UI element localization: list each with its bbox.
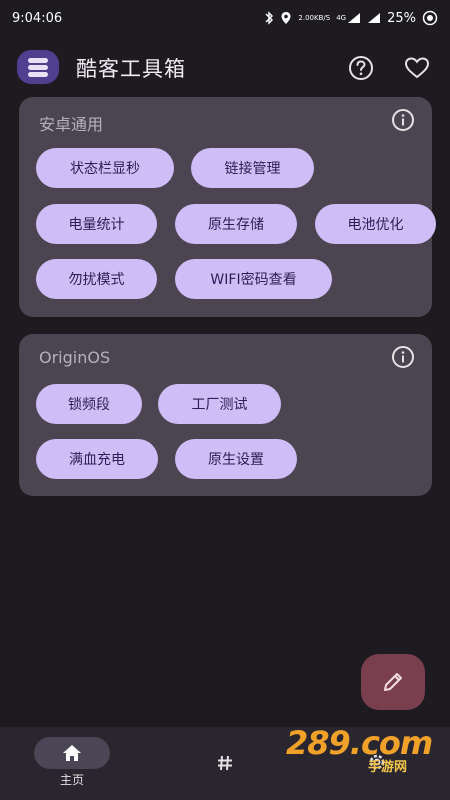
chip-battery-optimization[interactable]: 电池优化 xyxy=(315,204,436,244)
status-bar: 9:04:06 2.00 KB/S 4G 25% xyxy=(0,0,450,36)
heart-icon xyxy=(404,57,430,79)
bluetooth-icon xyxy=(264,11,274,25)
nav-item-home[interactable]: 主页 xyxy=(0,727,150,800)
nav-home-indicator xyxy=(34,737,110,769)
chip-link-manager[interactable]: 链接管理 xyxy=(191,148,314,188)
battery-text: 25% xyxy=(387,10,416,26)
chip-lock-band[interactable]: 锁频段 xyxy=(36,384,142,424)
help-button[interactable] xyxy=(347,54,375,82)
status-time: 9:04:06 xyxy=(12,10,63,26)
watermark-brand: 289.com xyxy=(286,724,433,762)
network-type: 4G xyxy=(336,13,347,22)
pencil-icon xyxy=(384,673,402,691)
status-icons: 2.00 KB/S 4G 25% xyxy=(264,10,438,26)
card-title: 安卓通用 xyxy=(39,115,104,134)
card-originos: OriginOS 锁频段 工厂测试 满血充电 原生设置 xyxy=(19,334,432,496)
info-icon xyxy=(392,346,414,368)
net-speed-unit: KB/S xyxy=(314,13,331,22)
card-android-general: 安卓通用 状态栏显秒 链接管理 电量统计 原生存储 电池优化 勿扰模式 WIFI… xyxy=(19,97,436,317)
chip-full-power-charging[interactable]: 满血充电 xyxy=(36,439,158,479)
nav-item-tools[interactable] xyxy=(150,727,300,800)
location-icon xyxy=(280,11,292,25)
battery-ring-icon xyxy=(422,10,438,26)
app-title: 酷客工具箱 xyxy=(76,57,186,81)
app-bar: 酷客工具箱 xyxy=(0,44,450,90)
edit-fab[interactable] xyxy=(361,654,425,710)
chip-power-stats[interactable]: 电量统计 xyxy=(36,204,157,244)
chip-factory-test[interactable]: 工厂测试 xyxy=(158,384,281,424)
favorite-button[interactable] xyxy=(403,54,431,82)
net-speed: 2.00 KB/S xyxy=(298,13,331,22)
watermark-subtitle: 手游网 xyxy=(368,760,408,775)
info-button[interactable] xyxy=(391,345,415,369)
chip-statusbar-seconds[interactable]: 状态栏显秒 xyxy=(36,148,174,188)
app-logo-icon xyxy=(17,50,59,84)
card-title: OriginOS xyxy=(39,348,111,367)
grid-hash-icon xyxy=(218,755,232,771)
signal-2-icon xyxy=(367,12,381,24)
signal-icon: 4G xyxy=(336,12,361,24)
chip-do-not-disturb[interactable]: 勿扰模式 xyxy=(36,259,157,299)
info-icon xyxy=(392,109,414,131)
chip-wifi-password[interactable]: WIFI密码查看 xyxy=(175,259,332,299)
chip-native-settings[interactable]: 原生设置 xyxy=(175,439,297,479)
site-watermark: 289.com 手游网 xyxy=(286,724,436,775)
nav-home-label: 主页 xyxy=(59,773,84,787)
help-icon xyxy=(349,56,373,80)
net-speed-value: 2.00 xyxy=(298,13,314,22)
info-button[interactable] xyxy=(391,108,415,132)
chip-native-storage[interactable]: 原生存储 xyxy=(175,204,297,244)
home-icon xyxy=(63,745,81,761)
